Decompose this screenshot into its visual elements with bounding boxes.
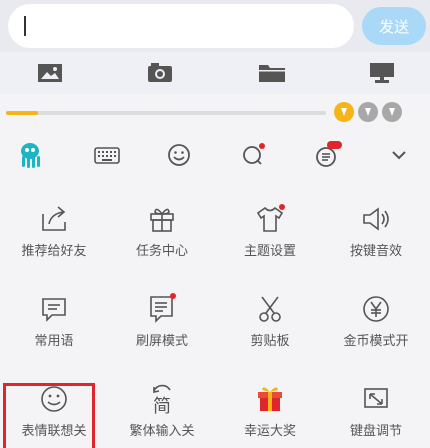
message-input[interactable] xyxy=(8,4,354,48)
media-toolbar xyxy=(0,52,430,94)
coin-progress-row xyxy=(0,94,430,130)
image-icon[interactable] xyxy=(36,62,64,84)
grid-item-keyboard-adjust[interactable]: 键盘调节 xyxy=(322,360,430,448)
notification-dot xyxy=(170,293,176,299)
grid-item-label: 繁体输入关 xyxy=(129,424,195,439)
folder-icon[interactable] xyxy=(258,62,286,84)
grid-item-coin-mode[interactable]: 金币模式开 xyxy=(322,270,430,360)
grid-item-recommend[interactable]: 推荐给好友 xyxy=(0,180,108,270)
lucky-gift-icon xyxy=(258,387,282,411)
chat-bubble-icon xyxy=(42,298,66,322)
grid-item-phrases[interactable]: 常用语 xyxy=(0,270,108,360)
selection-highlight xyxy=(3,383,95,448)
traditional-char-icon: 简 xyxy=(153,384,171,416)
monitor-icon[interactable] xyxy=(368,62,396,84)
grid-item-label: 金币模式开 xyxy=(343,334,409,349)
grid-item-label: 幸运大奖 xyxy=(243,424,296,439)
new-badge xyxy=(327,141,342,149)
speaker-icon xyxy=(363,207,389,231)
notification-dot xyxy=(279,204,285,210)
bronze-coin-icon[interactable] xyxy=(382,102,402,122)
yen-coin-icon xyxy=(363,296,389,322)
text-caret xyxy=(24,16,26,36)
emoji-icon[interactable] xyxy=(164,140,194,170)
grid-item-traditional-input[interactable]: 简 繁体输入关 xyxy=(108,360,216,448)
grid-item-key-sound[interactable]: 按键音效 xyxy=(322,180,430,270)
grid-item-label: 推荐给好友 xyxy=(21,244,87,259)
gold-coin-icon[interactable] xyxy=(334,102,354,122)
grid-item-label: 按键音效 xyxy=(349,244,402,259)
camera-icon[interactable] xyxy=(146,62,174,84)
grid-item-task-center[interactable]: 任务中心 xyxy=(108,180,216,270)
scissors-icon xyxy=(259,296,281,322)
grid-item-label: 主题设置 xyxy=(243,244,296,259)
coin-progress-fill xyxy=(6,111,38,115)
document-icon xyxy=(150,293,176,323)
send-button[interactable]: 发送 xyxy=(362,7,426,45)
octopus-logo-icon[interactable] xyxy=(15,140,45,170)
grid-item-theme[interactable]: 主题设置 xyxy=(216,180,324,270)
grid-item-label: 任务中心 xyxy=(135,244,188,259)
bubble-settings-icon[interactable] xyxy=(312,140,342,170)
grid-item-label: 刷屏模式 xyxy=(135,334,188,349)
shirt-icon xyxy=(256,204,285,232)
share-icon xyxy=(42,206,66,231)
grid-item-lucky-prize[interactable]: 幸运大奖 xyxy=(216,360,324,448)
silver-coin-icon[interactable] xyxy=(358,102,378,122)
grid-item-label: 剪贴板 xyxy=(250,334,290,349)
coin-progress-bar xyxy=(6,111,326,115)
keyboard-adjust-icon xyxy=(364,388,388,408)
grid-item-label: 常用语 xyxy=(34,334,74,349)
grid-item-label: 键盘调节 xyxy=(349,424,402,439)
traditional-glyph: 简 xyxy=(153,396,171,416)
input-bar: 发送 xyxy=(0,0,430,52)
keyboard-toolbar xyxy=(0,130,430,180)
grid-item-clipboard[interactable]: 剪贴板 xyxy=(216,270,324,360)
keyboard-icon[interactable] xyxy=(92,140,122,170)
search-icon[interactable] xyxy=(238,140,268,170)
notification-dot xyxy=(259,143,265,149)
chevron-down-icon[interactable] xyxy=(384,140,414,170)
gift-icon xyxy=(150,208,174,232)
grid-item-flood-mode[interactable]: 刷屏模式 xyxy=(108,270,216,360)
